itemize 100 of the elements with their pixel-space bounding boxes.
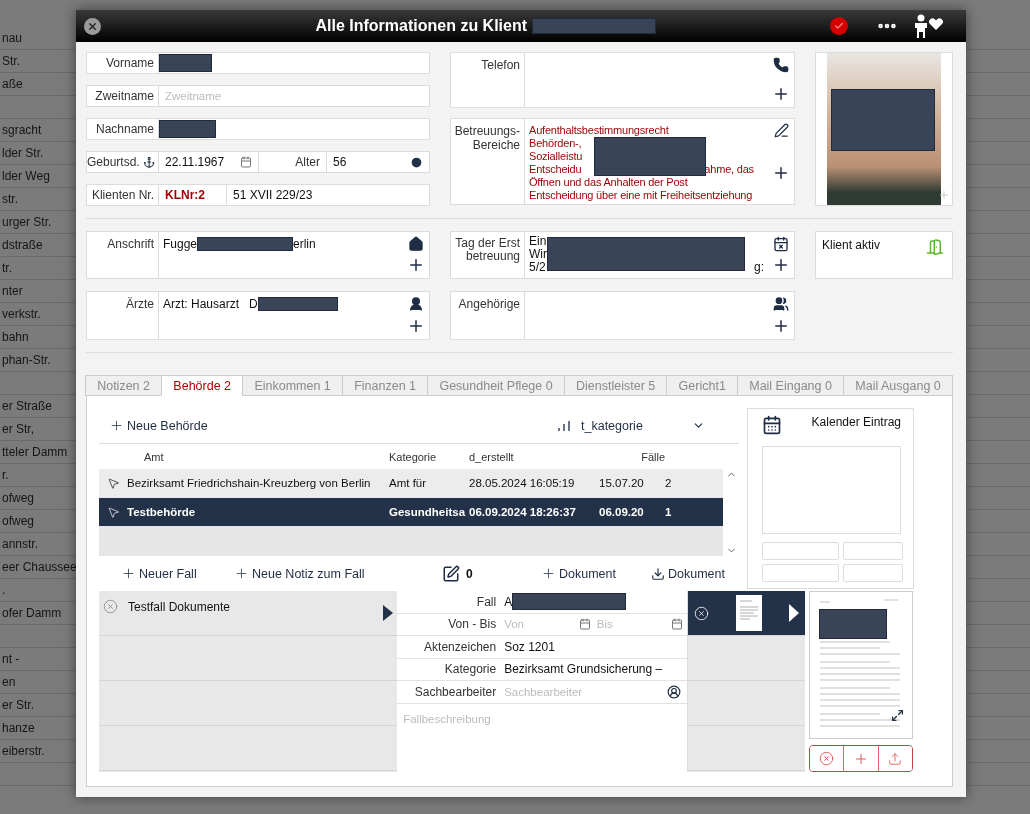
first-care-text: Ein — [529, 235, 548, 248]
add-icon[interactable] — [407, 256, 425, 274]
field-label: Aktenzeichen — [423, 639, 498, 654]
field-label: Ärzte — [87, 292, 159, 339]
calendar-slot — [843, 564, 903, 582]
first-care-text: 5/2 — [529, 261, 546, 274]
case-field[interactable]: Bezirksamt Grundsicherung – — [502, 662, 688, 677]
care-area-text: Entscheidung über eine mit Freiheitsentziehung — [529, 189, 754, 202]
care-area-text: Sozialleistu — [529, 150, 584, 163]
download-icon[interactable] — [651, 566, 665, 581]
calendar-x-icon[interactable] — [773, 236, 789, 252]
status-button[interactable] — [830, 17, 848, 35]
column-header: Amt — [143, 450, 164, 463]
new-case-button[interactable]: Neuer Fall — [121, 566, 234, 581]
note-count: 0 — [466, 566, 473, 581]
add-icon[interactable] — [938, 189, 950, 201]
street-text: er Straße — [2, 399, 52, 413]
case-field[interactable]: Soz 1201 — [502, 639, 688, 654]
street-text: lder Weg — [2, 169, 50, 183]
street-text: nter — [2, 284, 23, 298]
add-icon[interactable] — [772, 164, 790, 182]
add-icon[interactable] — [407, 317, 425, 335]
street-text: lder Str. — [2, 146, 44, 160]
street-text: dstraße — [2, 238, 43, 252]
document-thumbnail — [736, 595, 763, 631]
new-note-button[interactable]: Neue Notiz zum Fall — [234, 566, 442, 581]
street-text: nt - — [2, 652, 20, 666]
calendar-title: Kalender Eintrag — [811, 415, 901, 429]
edit-icon[interactable] — [442, 564, 460, 583]
triangle-icon — [789, 604, 799, 622]
triangle-icon — [383, 605, 394, 621]
redaction-block — [819, 609, 887, 639]
care-area-text: ahme, das — [704, 163, 755, 176]
care-area-text: Aufenthaltsbestimmungsrecht — [529, 124, 670, 137]
plus-icon[interactable] — [541, 566, 556, 581]
window-title: Alle Informationen zu Klient — [315, 17, 529, 35]
street-text: en — [2, 675, 16, 689]
street-text: annstr. — [2, 537, 39, 551]
tab[interactable]: Behörde 2 — [161, 375, 244, 396]
calendar-slot — [843, 542, 903, 560]
pointer-icon — [106, 476, 120, 490]
street-text: er Str, — [2, 422, 34, 436]
column-header: Kategorie — [389, 450, 437, 463]
column-header: d_erstellt — [469, 450, 514, 463]
field-label: Tag der Erstbetreuung — [451, 232, 525, 278]
add-document-button[interactable]: Dokument — [541, 566, 651, 581]
first-care-text: Wir — [529, 248, 548, 261]
street-text: bahn — [2, 330, 29, 344]
care-area-text: Behörden-, — [529, 137, 583, 150]
plus-icon[interactable] — [121, 566, 136, 581]
street-text: nau — [2, 31, 23, 45]
expand-icon[interactable] — [891, 709, 904, 722]
street-text: . — [2, 583, 6, 597]
field-label: Kategorie — [443, 662, 498, 677]
street-text: phan-Str. — [2, 353, 51, 367]
plus-icon[interactable] — [109, 418, 124, 433]
bar-chart-icon[interactable] — [557, 419, 571, 432]
client-status-text: Klient aktiv — [822, 238, 881, 254]
address-text: erlin — [293, 237, 316, 251]
pen-icon[interactable] — [773, 123, 789, 138]
authority-row[interactable]: Testbehörde Gesundheitsa 06.09.2024 18:26:37 06.09.20 1 — [99, 498, 723, 526]
street-text: urger Str. — [2, 215, 52, 229]
first-care-text: g: — [754, 261, 764, 274]
street-text: hanze — [2, 721, 35, 735]
field-label: Betreuungs-Bereiche — [451, 119, 525, 204]
column-header: Fälle — [641, 450, 665, 463]
authority-row[interactable]: Bezirksamt Friedrichshain-Kreuzberg von Berlin Amt für 28.05.2024 16:05:19 15.07.20 2 — [99, 469, 723, 497]
calendar-icon[interactable] — [762, 415, 782, 435]
person-icon[interactable] — [667, 684, 682, 699]
pointer-icon — [106, 505, 120, 519]
add-icon[interactable] — [772, 256, 790, 274]
upload-button[interactable] — [877, 746, 912, 771]
document-item[interactable] — [688, 591, 805, 636]
street-text: sgracht — [2, 123, 42, 137]
street-text: str. — [2, 192, 18, 206]
field-label: Anschrift — [87, 232, 159, 278]
address-text: Fugge — [163, 237, 198, 251]
street-text: r. — [2, 468, 9, 482]
download-document-button[interactable]: Dokument — [651, 566, 739, 581]
person-icon[interactable] — [408, 296, 424, 312]
field-label: Von - Bis — [447, 617, 498, 632]
person-heart-icon[interactable] — [912, 14, 944, 38]
street-text: ofer Damm — [2, 606, 62, 620]
house-icon[interactable] — [408, 236, 424, 252]
street-text: eiberstr. — [2, 744, 45, 758]
street-text: tteler Damm — [2, 445, 68, 459]
field-label: Fall — [475, 594, 498, 609]
new-authority-button[interactable]: Neue Behörde — [109, 418, 208, 433]
street-text: eer Chaussee — [2, 560, 77, 574]
care-area-text: Öffnen und das Anhalten der Post — [529, 176, 689, 189]
street-text: Str. — [2, 54, 20, 68]
care-area-text: Entscheidu — [529, 163, 583, 176]
check-icon[interactable] — [834, 21, 844, 31]
plus-icon[interactable] — [234, 566, 249, 581]
street-text: ofweg — [2, 491, 35, 505]
field-label: Sachbearbeiter — [413, 684, 498, 699]
case-field[interactable]: A — [502, 593, 688, 611]
street-text: verkstr. — [2, 307, 41, 321]
street-text: ofweg — [2, 514, 35, 528]
category-sort-dropdown[interactable]: t_kategorie — [557, 418, 705, 433]
